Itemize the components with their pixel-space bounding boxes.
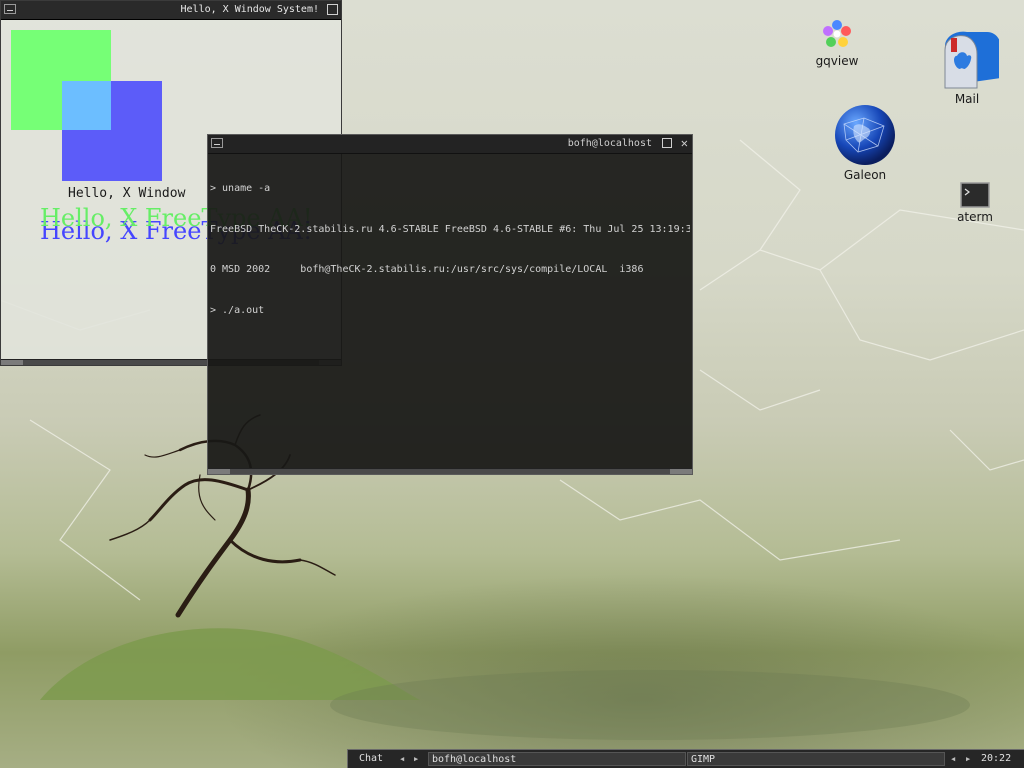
globe-icon [835,105,895,165]
terminal-line: FreeBSD TheCK-2.stabilis.ru 4.6-STABLE F… [210,223,690,235]
window-title: bofh@localhost [567,138,652,149]
next-desk-arrow-icon[interactable]: ▶ [414,752,418,766]
window-menu-button[interactable] [4,4,16,14]
close-icon[interactable]: ✕ [681,137,688,149]
terminal-window[interactable]: bofh@localhost ✕ > uname -a FreeBSD TheC… [207,134,693,475]
terminal-line: > ./a.out [210,304,265,316]
next-task-arrow-icon[interactable]: ▶ [966,752,970,766]
core-font-text: Hello, X Window [68,186,186,201]
resize-grip-left[interactable] [1,360,23,365]
clock: 20:22 [981,753,1012,764]
window-menu-button[interactable] [211,138,223,148]
flower-icon [823,20,851,47]
task-button[interactable]: GIMP [687,752,945,766]
resize-grip-left[interactable] [208,469,230,474]
desktop-icon-label: Mail [954,92,980,106]
desktop-icon-aterm[interactable]: aterm [935,182,1015,224]
mailbox-icon [944,31,999,89]
terminal-line: 0 MSD 2002 bofh@TheCK-2.stabilis.ru:/usr… [210,264,644,275]
desk-name[interactable]: Chat [359,752,383,766]
maximize-button[interactable] [662,138,672,148]
desktop-icon-galeon[interactable]: Galeon [825,104,905,182]
desktop-icon-label: aterm [957,210,993,224]
prev-desk-arrow-icon[interactable]: ◀ [400,752,404,766]
window-resize-bar[interactable] [208,468,692,474]
terminal-output[interactable]: > uname -a FreeBSD TheCK-2.stabilis.ru 4… [210,155,690,344]
window-title: Hello, X Window System! [180,4,319,15]
square-overlap [62,81,111,130]
hello-window-titlebar[interactable]: Hello, X Window System! [1,1,341,20]
task-button[interactable]: bofh@localhost [428,752,686,766]
resize-grip-right[interactable] [670,469,692,474]
desktop-icon-mail[interactable]: Mail [927,26,1007,106]
desktop-icon-gqview[interactable]: gqview [797,18,877,68]
desktop-icon-label: gqview [815,54,859,68]
terminal-icon [960,182,990,208]
terminal-line: > uname -a [210,183,271,194]
maximize-button[interactable] [327,4,338,15]
taskbar: Chat ◀ ▶ bofh@localhost GIMP ◀ ▶ 20:22 [347,749,1024,768]
desktop-icon-label: Galeon [843,168,887,182]
prev-task-arrow-icon[interactable]: ◀ [951,752,955,766]
terminal-titlebar[interactable]: bofh@localhost ✕ [208,135,692,154]
